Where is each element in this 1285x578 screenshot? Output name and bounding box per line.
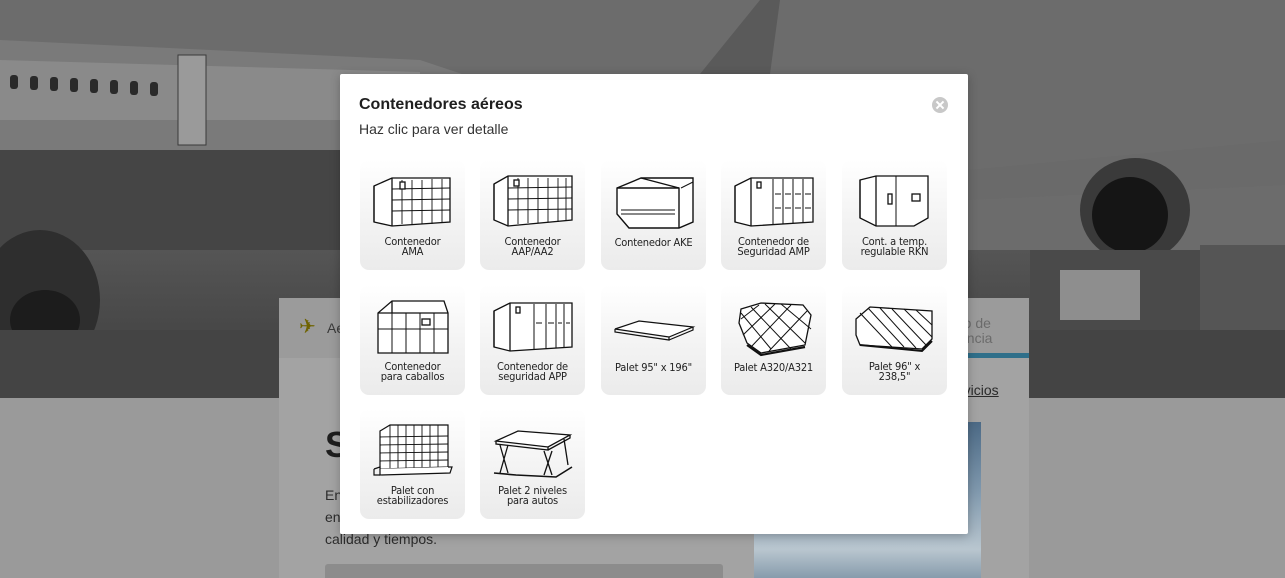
- tile-label: Contenedor de seguridad APP: [497, 360, 568, 383]
- tile-label: Contenedor para caballos: [380, 360, 445, 383]
- container-amp-icon: [734, 177, 814, 227]
- tile-contenedor-ama[interactable]: Contenedor AMA: [360, 160, 465, 270]
- tab-insurance-label[interactable]: ro de ancia: [959, 316, 1029, 346]
- tile-contenedor-rkn[interactable]: Cont. a temp. regulable RKN: [842, 160, 947, 270]
- active-tab-indicator: [959, 353, 1029, 358]
- tile-contenedor-ake[interactable]: Contenedor AKE: [601, 160, 706, 270]
- pallet-car-rack-icon: [493, 430, 573, 478]
- tile-contenedor-amp[interactable]: Contenedor de Seguridad AMP: [721, 160, 826, 270]
- modal-subtitle: Haz clic para ver detalle: [359, 121, 509, 137]
- tile-label: Palet 2 niveles para autos: [498, 484, 567, 507]
- pallet-flat-icon: [614, 320, 696, 341]
- tile-label: Palet 96" x 238,5": [868, 360, 921, 383]
- tile-label: Contenedor de Seguridad AMP: [737, 235, 810, 258]
- container-ama-icon: [373, 177, 451, 227]
- tile-label: Palet con estabilizadores: [376, 484, 449, 507]
- tile-contenedor-app[interactable]: Contenedor de seguridad APP: [480, 285, 585, 395]
- tile-label: Palet 95" x 196": [615, 361, 692, 374]
- tile-palet-95x196[interactable]: Palet 95" x 196": [601, 285, 706, 395]
- tile-palet-estabilizadores[interactable]: Palet con estabilizadores: [360, 409, 465, 519]
- tile-label: Contenedor AMA: [384, 235, 441, 258]
- container-app-icon: [493, 302, 573, 352]
- tile-palet-a320[interactable]: Palet A320/A321: [721, 285, 826, 395]
- tile-contenedor-caballos[interactable]: Contenedor para caballos: [360, 285, 465, 395]
- container-rkn-icon: [859, 175, 929, 227]
- tile-label: Palet A320/A321: [733, 361, 814, 374]
- tile-label: Contenedor AAP/AA2: [504, 235, 561, 258]
- tile-contenedor-aap[interactable]: Contenedor AAP/AA2: [480, 160, 585, 270]
- tile-label: Cont. a temp. regulable RKN: [860, 235, 929, 258]
- pallet-96-icon: [855, 306, 933, 353]
- cta-button[interactable]: [325, 564, 723, 578]
- container-ake-icon: [616, 177, 694, 229]
- tile-palet-96x238[interactable]: Palet 96" x 238,5": [842, 285, 947, 395]
- horse-container-icon: [377, 300, 449, 354]
- tile-palet-2-niveles[interactable]: Palet 2 niveles para autos: [480, 409, 585, 519]
- air-containers-modal: Contenedores aéreos Haz clic para ver de…: [340, 74, 968, 534]
- modal-title: Contenedores aéreos: [359, 96, 523, 113]
- pallet-stabilizers-icon: [373, 424, 453, 476]
- tile-label: Contenedor AKE: [614, 236, 693, 249]
- close-icon[interactable]: [932, 97, 948, 113]
- airplane-icon: ✈: [299, 316, 316, 338]
- pallet-a320-icon: [738, 302, 812, 357]
- container-aap-icon: [493, 175, 573, 227]
